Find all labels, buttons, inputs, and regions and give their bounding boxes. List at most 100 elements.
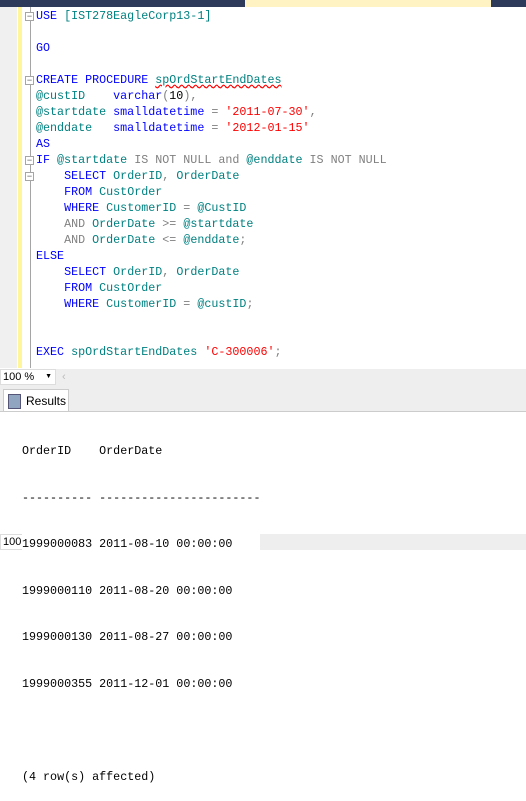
code-line: SELECT OrderID, OrderDate bbox=[36, 168, 387, 184]
code-token: spOrdStartEndDates bbox=[155, 73, 282, 87]
editor-zoom-bar: 100 % ▼ ‹ bbox=[0, 369, 526, 385]
code-token: IS NOT NULL and bbox=[127, 153, 247, 167]
document-tab-strip bbox=[0, 0, 526, 7]
code-token: @startdate bbox=[57, 153, 128, 167]
collapse-icon[interactable]: − bbox=[25, 76, 34, 85]
code-line: GO bbox=[36, 40, 387, 56]
code-token: AND bbox=[64, 217, 86, 231]
code-token: @custID bbox=[36, 89, 86, 103]
code-token: GO bbox=[36, 41, 51, 55]
code-token: AS bbox=[36, 137, 51, 151]
code-line: AND OrderDate <= @enddate; bbox=[36, 232, 387, 248]
code-token: @startdate bbox=[183, 217, 254, 231]
code-text[interactable]: USE [IST278EagleCorp13-1] GO CREATE PROC… bbox=[36, 8, 387, 360]
results-tab-strip: Results bbox=[0, 385, 526, 412]
code-line: ELSE bbox=[36, 248, 387, 264]
code-token: spOrdStartEndDates bbox=[71, 345, 198, 359]
code-token: ; bbox=[246, 297, 254, 311]
results-row: 1999000083 2011-08-10 00:00:00 bbox=[22, 537, 233, 553]
zoom-select[interactable]: 100 % ▼ bbox=[0, 369, 56, 385]
collapse-icon[interactable]: − bbox=[25, 156, 34, 165]
code-token: PROCEDURE bbox=[85, 73, 149, 87]
code-line: USE [IST278EagleCorp13-1] bbox=[36, 8, 387, 24]
tab-results[interactable]: Results bbox=[3, 389, 69, 411]
query-editor[interactable]: − − − − USE [IST278EagleCorp13-1] GO CRE… bbox=[0, 7, 526, 368]
code-token: OrderDate bbox=[92, 217, 156, 231]
collapse-icon[interactable]: − bbox=[25, 172, 34, 181]
code-line: AND OrderDate >= @startdate bbox=[36, 216, 387, 232]
code-token: CustOrder bbox=[99, 185, 163, 199]
code-token: smalldatetime bbox=[113, 121, 205, 135]
code-token: = bbox=[176, 297, 198, 311]
chevron-down-icon: ▼ bbox=[45, 373, 52, 380]
code-token: [IST278EagleCorp13-1] bbox=[64, 9, 212, 23]
scroll-left-icon[interactable]: ‹ bbox=[62, 369, 66, 385]
code-token: SELECT bbox=[64, 265, 107, 279]
code-line: AS bbox=[36, 136, 387, 152]
code-token: OrderDate bbox=[176, 169, 240, 183]
code-line: WHERE CustomerID = @custID; bbox=[36, 296, 387, 312]
results-header: OrderID OrderDate bbox=[22, 444, 163, 460]
code-token: @custID bbox=[197, 297, 247, 311]
code-line: CREATE PROCEDURE spOrdStartEndDates bbox=[36, 72, 387, 88]
code-line: @custID varchar(10), bbox=[36, 88, 387, 104]
code-token: OrderDate bbox=[176, 265, 240, 279]
code-line: @startdate smalldatetime = '2011-07-30', bbox=[36, 104, 387, 120]
code-token: ), bbox=[183, 89, 198, 103]
code-line: FROM CustOrder bbox=[36, 280, 387, 296]
code-token: 'C-300006' bbox=[204, 345, 275, 359]
code-token: @enddate bbox=[183, 233, 240, 247]
code-token: , bbox=[309, 105, 317, 119]
code-token: <= bbox=[155, 233, 184, 247]
code-token: , bbox=[162, 265, 177, 279]
editor-gutter bbox=[0, 7, 17, 368]
code-token: @startdate bbox=[36, 105, 107, 119]
code-token: AND bbox=[64, 233, 86, 247]
code-token: CustOrder bbox=[99, 281, 163, 295]
code-token: WHERE bbox=[64, 201, 100, 215]
zoom-value: 100 % bbox=[3, 371, 35, 383]
results-text[interactable]: OrderID OrderDate ---------- -----------… bbox=[22, 413, 261, 801]
code-token: FROM bbox=[64, 281, 93, 295]
code-token: CustomerID bbox=[106, 201, 177, 215]
code-line: FROM CustOrder bbox=[36, 184, 387, 200]
collapse-icon[interactable]: − bbox=[25, 12, 34, 21]
code-token: SELECT bbox=[64, 169, 107, 183]
code-token: ELSE bbox=[36, 249, 65, 263]
active-document-tab[interactable] bbox=[245, 0, 491, 7]
results-grid-icon bbox=[8, 394, 21, 409]
code-line: SELECT OrderID, OrderDate bbox=[36, 264, 387, 280]
code-token: OrderDate bbox=[92, 233, 156, 247]
code-token: varchar bbox=[113, 89, 163, 103]
code-token: = bbox=[176, 201, 198, 215]
code-token: OrderID bbox=[113, 169, 163, 183]
code-token: @enddate bbox=[36, 121, 93, 135]
code-line: @enddate smalldatetime = '2012-01-15' bbox=[36, 120, 387, 136]
rows-affected-message: (4 row(s) affected) bbox=[22, 769, 156, 785]
text-caret bbox=[155, 769, 157, 783]
code-token: >= bbox=[155, 217, 184, 231]
code-token: CustomerID bbox=[106, 297, 177, 311]
code-token: ; bbox=[239, 233, 247, 247]
code-token: EXEC bbox=[36, 345, 65, 359]
code-line: IF @startdate IS NOT NULL and @enddate I… bbox=[36, 152, 387, 168]
results-separator: ---------- ----------------------- bbox=[22, 490, 261, 506]
code-token: '2012-01-15' bbox=[225, 121, 310, 135]
results-row: 1999000130 2011-08-27 00:00:00 bbox=[22, 630, 233, 646]
code-token: @enddate bbox=[246, 153, 303, 167]
code-token: , bbox=[162, 169, 177, 183]
code-token: FROM bbox=[64, 185, 93, 199]
